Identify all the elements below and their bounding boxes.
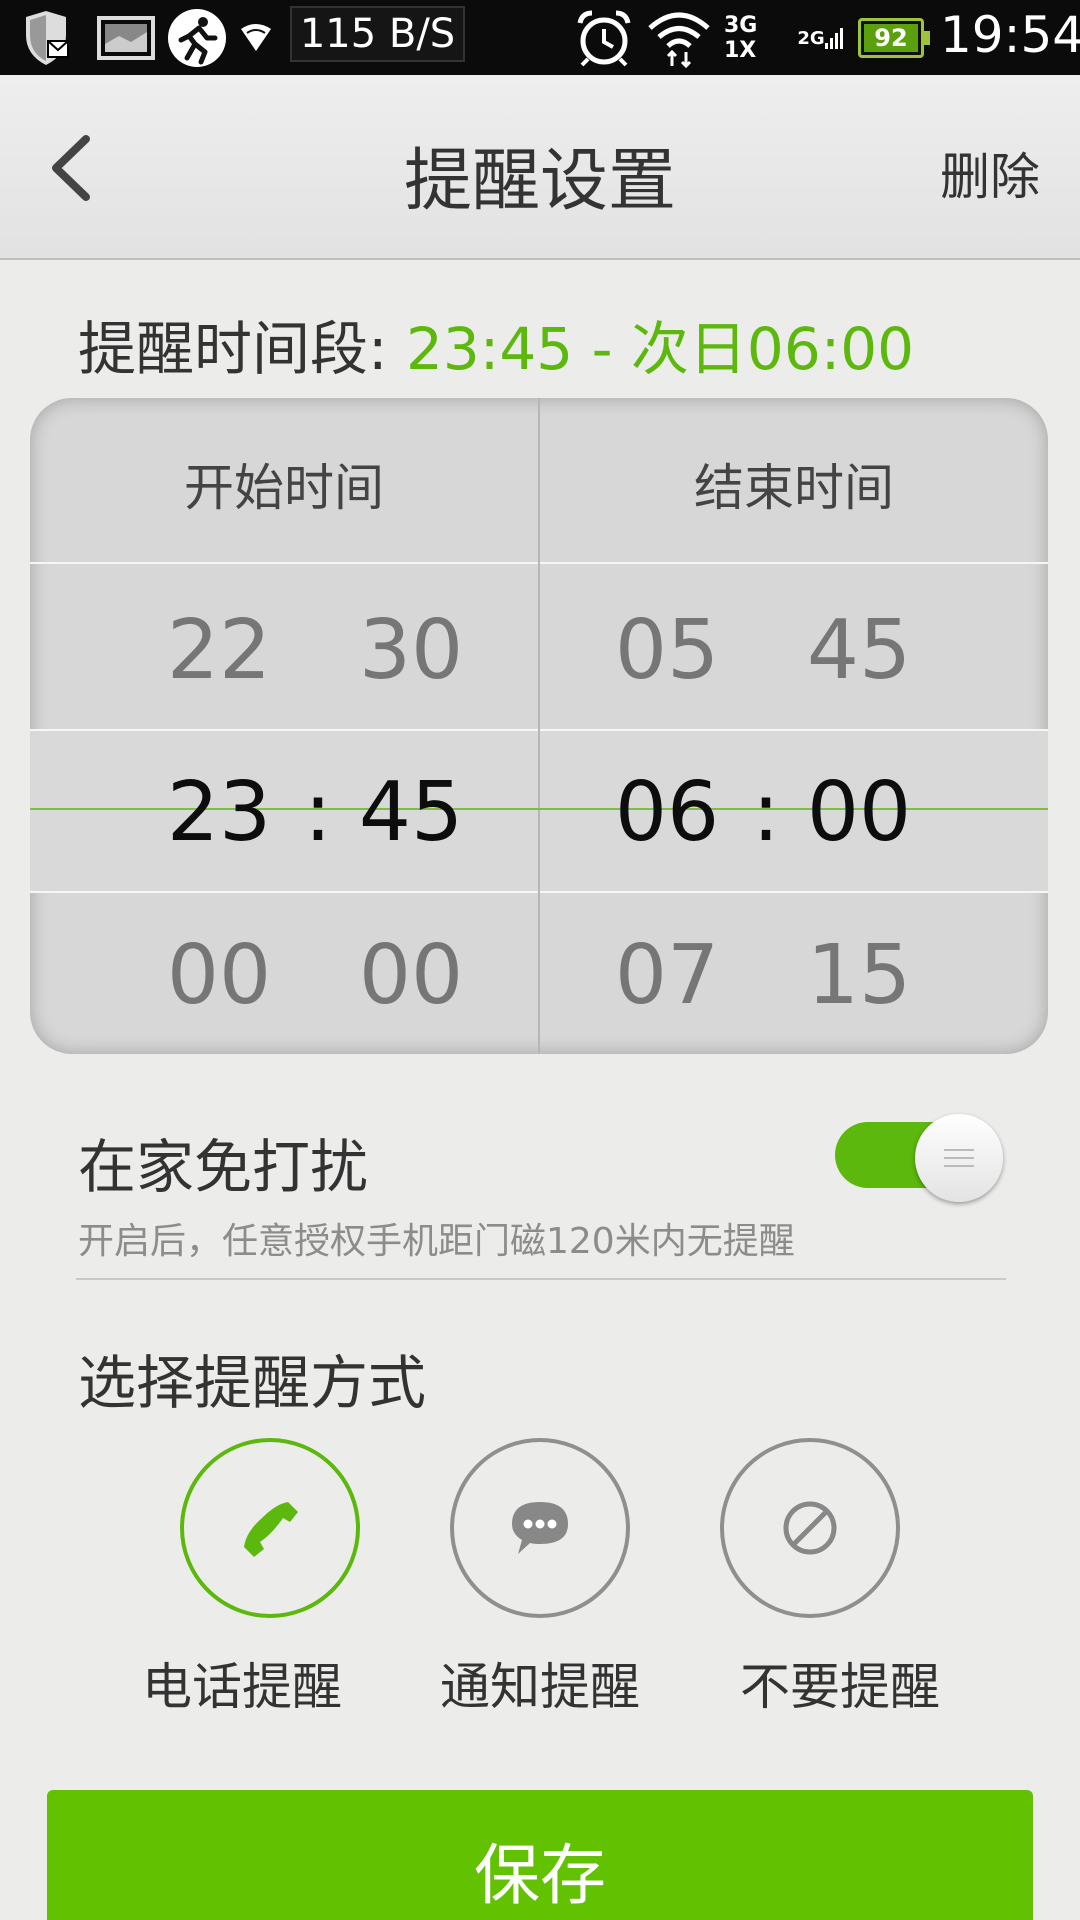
wifi-icon — [644, 8, 714, 68]
notification-alert-label[interactable]: 通知提醒 — [410, 1647, 670, 1719]
status-bar: 115 B/S 3G 1X 2G 92 19:54 — [0, 0, 1080, 75]
toggle-knob[interactable] — [915, 1114, 1003, 1202]
home-dnd-title: 在家免打扰 — [78, 1133, 369, 1201]
reminder-time-range: 提醒时间段: 23:45 - 次日06:00 — [78, 302, 914, 386]
notification-alert-button[interactable] — [450, 1438, 630, 1618]
start-minute-selected[interactable]: 45 — [346, 765, 476, 860]
end-minute-prev[interactable]: 45 — [794, 603, 924, 698]
phone-icon — [244, 1502, 298, 1557]
range-label: 提醒时间段: — [78, 315, 406, 383]
section-divider — [76, 1278, 1006, 1280]
wifi-small-icon — [238, 8, 274, 68]
network-speed: 115 B/S — [290, 6, 465, 62]
end-minute-selected[interactable]: 00 — [794, 765, 924, 860]
phone-alert-label[interactable]: 电话提醒 — [112, 1647, 372, 1719]
start-minute-prev[interactable]: 30 — [346, 603, 476, 698]
clock: 19:54 — [940, 6, 1080, 64]
page-title: 提醒设置 — [403, 142, 676, 221]
start-hour-next[interactable]: 00 — [154, 928, 284, 1023]
battery-icon: 92 — [858, 18, 930, 58]
home-dnd-toggle[interactable] — [835, 1114, 1003, 1202]
gallery-icon — [96, 8, 156, 68]
alarm-icon — [576, 8, 632, 68]
no-alert-label[interactable]: 不要提醒 — [710, 1647, 970, 1719]
security-shield-icon — [22, 8, 70, 68]
end-time-header: 结束时间 — [694, 459, 894, 517]
start-hour-prev[interactable]: 22 — [154, 603, 284, 698]
mobile-signal-3g-1x: 3G 1X — [724, 13, 758, 63]
save-button[interactable]: 保存 — [47, 1790, 1033, 1920]
no-entry-icon — [783, 1501, 837, 1555]
battery-level: 92 — [864, 24, 918, 52]
title-bar: 提醒设置 删除 — [0, 75, 1080, 260]
start-hour-selected[interactable]: 23 — [154, 765, 284, 860]
home-dnd-description: 开启后，任意授权手机距门磁120米内无提醒 — [78, 1221, 795, 1262]
range-value: 23:45 - 次日06:00 — [405, 315, 915, 383]
start-time-header: 开始时间 — [184, 459, 384, 517]
no-alert-button[interactable] — [720, 1438, 900, 1618]
time-picker: 开始时间 结束时间 22 23 00 : 30 45 00 05 06 07 :… — [30, 398, 1048, 1054]
delete-button[interactable]: 删除 — [940, 137, 1040, 209]
end-minute-next[interactable]: 15 — [794, 928, 924, 1023]
start-minute-next[interactable]: 00 — [346, 928, 476, 1023]
alert-mode-title: 选择提醒方式 — [78, 1349, 427, 1417]
runner-app-icon — [166, 8, 228, 68]
phone-alert-button[interactable] — [180, 1438, 360, 1618]
end-hour-prev[interactable]: 05 — [602, 603, 732, 698]
end-colon: : — [752, 765, 780, 860]
chat-bubble-icon — [512, 1502, 568, 1554]
mobile-signal-2g: 2G — [796, 8, 844, 68]
start-colon: : — [304, 765, 332, 860]
end-hour-next[interactable]: 07 — [602, 928, 732, 1023]
grip-lines-icon — [944, 1149, 974, 1167]
end-hour-selected[interactable]: 06 — [602, 765, 732, 860]
